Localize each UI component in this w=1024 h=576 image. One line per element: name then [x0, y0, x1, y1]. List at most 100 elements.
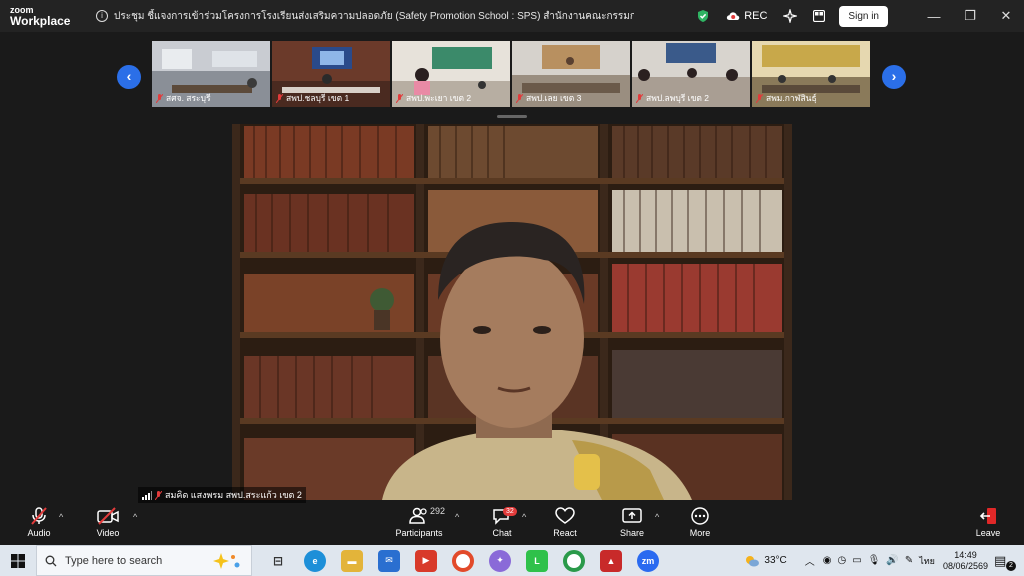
mic-tray-icon[interactable]: 🎙 [868, 555, 881, 566]
system-tray: 33°C ︿ ◉ ◷ ▭ 🎙 🔊 ✎ ไทย 14:49 08/06/2569 … [744, 545, 1024, 576]
notifications-button[interactable]: ▤ 2 [994, 552, 1016, 571]
input-language[interactable]: ไทย [919, 554, 935, 568]
chat-unread-badge: 32 [503, 507, 517, 516]
active-speaker-label: สมคิด แสงพรม สพป.สระแก้ว เขต 2 [138, 487, 306, 503]
chat-options-caret[interactable]: ^ [522, 512, 526, 522]
participant-name: สศจ. สระบุรี [156, 91, 211, 105]
rec-label: REC [744, 10, 768, 22]
more-button[interactable]: More [685, 507, 715, 538]
search-highlight-sparkle-icon [213, 553, 240, 569]
weather-icon[interactable] [744, 554, 760, 568]
mail-icon[interactable]: ✉ [378, 549, 400, 572]
muted-mic-icon [396, 93, 403, 103]
encryption-shield-icon[interactable] [696, 9, 710, 23]
taskbar-clock[interactable]: 14:49 08/06/2569 [943, 550, 988, 572]
more-label: More [689, 528, 711, 538]
start-button[interactable] [0, 553, 36, 568]
zoom-window: zoom Workplace i ประชุม ชี้แจงการเข้าร่ว… [0, 0, 1024, 576]
battery-icon[interactable]: ▭ [852, 555, 861, 566]
share-options-caret[interactable]: ^ [655, 512, 659, 522]
participants-options-caret[interactable]: ^ [455, 512, 459, 522]
participant-tile[interactable]: สพป.ลพบุรี เขต 2 [632, 41, 750, 107]
video-options-caret[interactable]: ^ [133, 512, 137, 522]
participant-name: สพป.พะเยา เขต 2 [396, 91, 471, 105]
tray-record-icon[interactable]: ◉ [823, 555, 832, 566]
chrome-icon[interactable] [452, 549, 474, 572]
participant-name: สพป.ชลบุรี เขต 1 [276, 91, 349, 105]
zoom-logo: zoom Workplace [0, 5, 80, 27]
participant-name: สพม.กาฬสินธุ์ [756, 91, 817, 105]
participants-count: 292 [430, 506, 446, 516]
chat-button[interactable]: Chat 32 [487, 507, 517, 538]
video-app-icon[interactable]: ▶ [415, 549, 437, 572]
copilot-icon[interactable]: ✦ [489, 549, 511, 572]
info-icon[interactable]: i [96, 10, 108, 22]
muted-mic-icon [636, 93, 643, 103]
muted-microphone-icon [31, 507, 47, 525]
pen-icon[interactable]: ✎ [905, 555, 913, 566]
windows-logo-icon [11, 553, 25, 568]
more-icon [691, 507, 709, 525]
zoom-app-icon[interactable]: zm [637, 549, 659, 572]
audio-options-caret[interactable]: ^ [59, 512, 63, 522]
logo-bottom-text: Workplace [10, 14, 71, 28]
video-button[interactable]: Video [93, 507, 123, 538]
search-icon [45, 555, 57, 566]
leave-door-icon [979, 508, 996, 524]
participant-tile[interactable]: สพป.พะเยา เขต 2 [392, 41, 510, 107]
title-bar-actions: REC Sign in — ❐ ✕ [696, 0, 1024, 32]
react-button[interactable]: React [550, 507, 580, 538]
taskbar-search-box[interactable]: Type here to search [36, 545, 252, 576]
participant-strip: ‹ สศจ. สระบุรี สพป.ชลบุรี เขต 1 สพป.พะเย… [0, 32, 1024, 120]
recording-indicator[interactable]: REC [726, 10, 767, 22]
share-screen-icon [622, 508, 642, 523]
active-speaker-video[interactable] [232, 124, 792, 500]
close-button[interactable]: ✕ [988, 8, 1024, 24]
search-placeholder: Type here to search [65, 554, 163, 567]
restore-button[interactable]: ❐ [952, 8, 988, 24]
volume-icon[interactable]: 🔊 [886, 555, 898, 566]
file-explorer-icon[interactable]: ▬ [341, 549, 363, 572]
participant-tile[interactable]: สศจ. สระบุรี [152, 41, 270, 107]
clock-date: 08/06/2569 [942, 560, 988, 571]
connection-signal-icon [142, 490, 152, 500]
heart-icon [555, 507, 575, 524]
participant-tile[interactable]: สพม.กาฬสินธุ์ [752, 41, 870, 107]
task-view-icon[interactable]: ⊟ [267, 550, 289, 572]
line-app-icon[interactable]: L [526, 549, 548, 572]
cloud-record-icon [727, 12, 740, 20]
chat-label: Chat [492, 528, 512, 538]
meeting-controls: Audio ^ Video ^ Participants 292 ^ Chat … [0, 503, 1024, 545]
minimize-button[interactable]: — [916, 9, 952, 24]
sign-in-button[interactable]: Sign in [839, 5, 888, 27]
tray-chevron-icon[interactable]: ︿ [805, 553, 815, 568]
participant-tile[interactable]: สพป.เลย เขต 3 [512, 41, 630, 107]
participant-tile[interactable]: สพป.ชลบุรี เขต 1 [272, 41, 390, 107]
active-speaker-name: สมคิด แสงพรม สพป.สระแก้ว เขต 2 [165, 490, 302, 500]
participants-icon [409, 507, 427, 524]
strip-resize-handle[interactable] [497, 115, 527, 118]
share-button[interactable]: Share [617, 507, 647, 538]
weather-temp[interactable]: 33°C [764, 555, 786, 566]
strip-next-button[interactable]: › [882, 65, 906, 89]
speaker-video-frame [232, 124, 792, 500]
notification-icon: ▤ [994, 552, 1007, 568]
edge-browser-icon[interactable]: e [304, 549, 326, 572]
muted-mic-icon [276, 93, 283, 103]
muted-mic-icon [155, 490, 162, 500]
leave-button[interactable]: Leave [973, 507, 1003, 538]
anydesk-icon[interactable]: ▲ [600, 549, 622, 572]
participants-label: Participants [395, 528, 443, 538]
share-label: Share [619, 528, 645, 538]
participant-name: สพป.ลพบุรี เขต 2 [636, 91, 709, 105]
windows-taskbar: Type here to search ⊟ e ▬ ✉ ▶ ✦ L ▲ zm 3… [0, 545, 1024, 576]
audio-button[interactable]: Audio [24, 507, 54, 538]
video-label: Video [96, 528, 120, 538]
strip-prev-button[interactable]: ‹ [117, 65, 141, 89]
participant-name: สพป.เลย เขต 3 [516, 91, 581, 105]
video-off-icon [97, 507, 119, 525]
tray-clock-icon[interactable]: ◷ [837, 555, 846, 566]
view-grid-icon[interactable] [813, 10, 826, 22]
chrome-profile-icon[interactable] [563, 549, 585, 572]
ai-companion-icon[interactable] [783, 9, 798, 23]
